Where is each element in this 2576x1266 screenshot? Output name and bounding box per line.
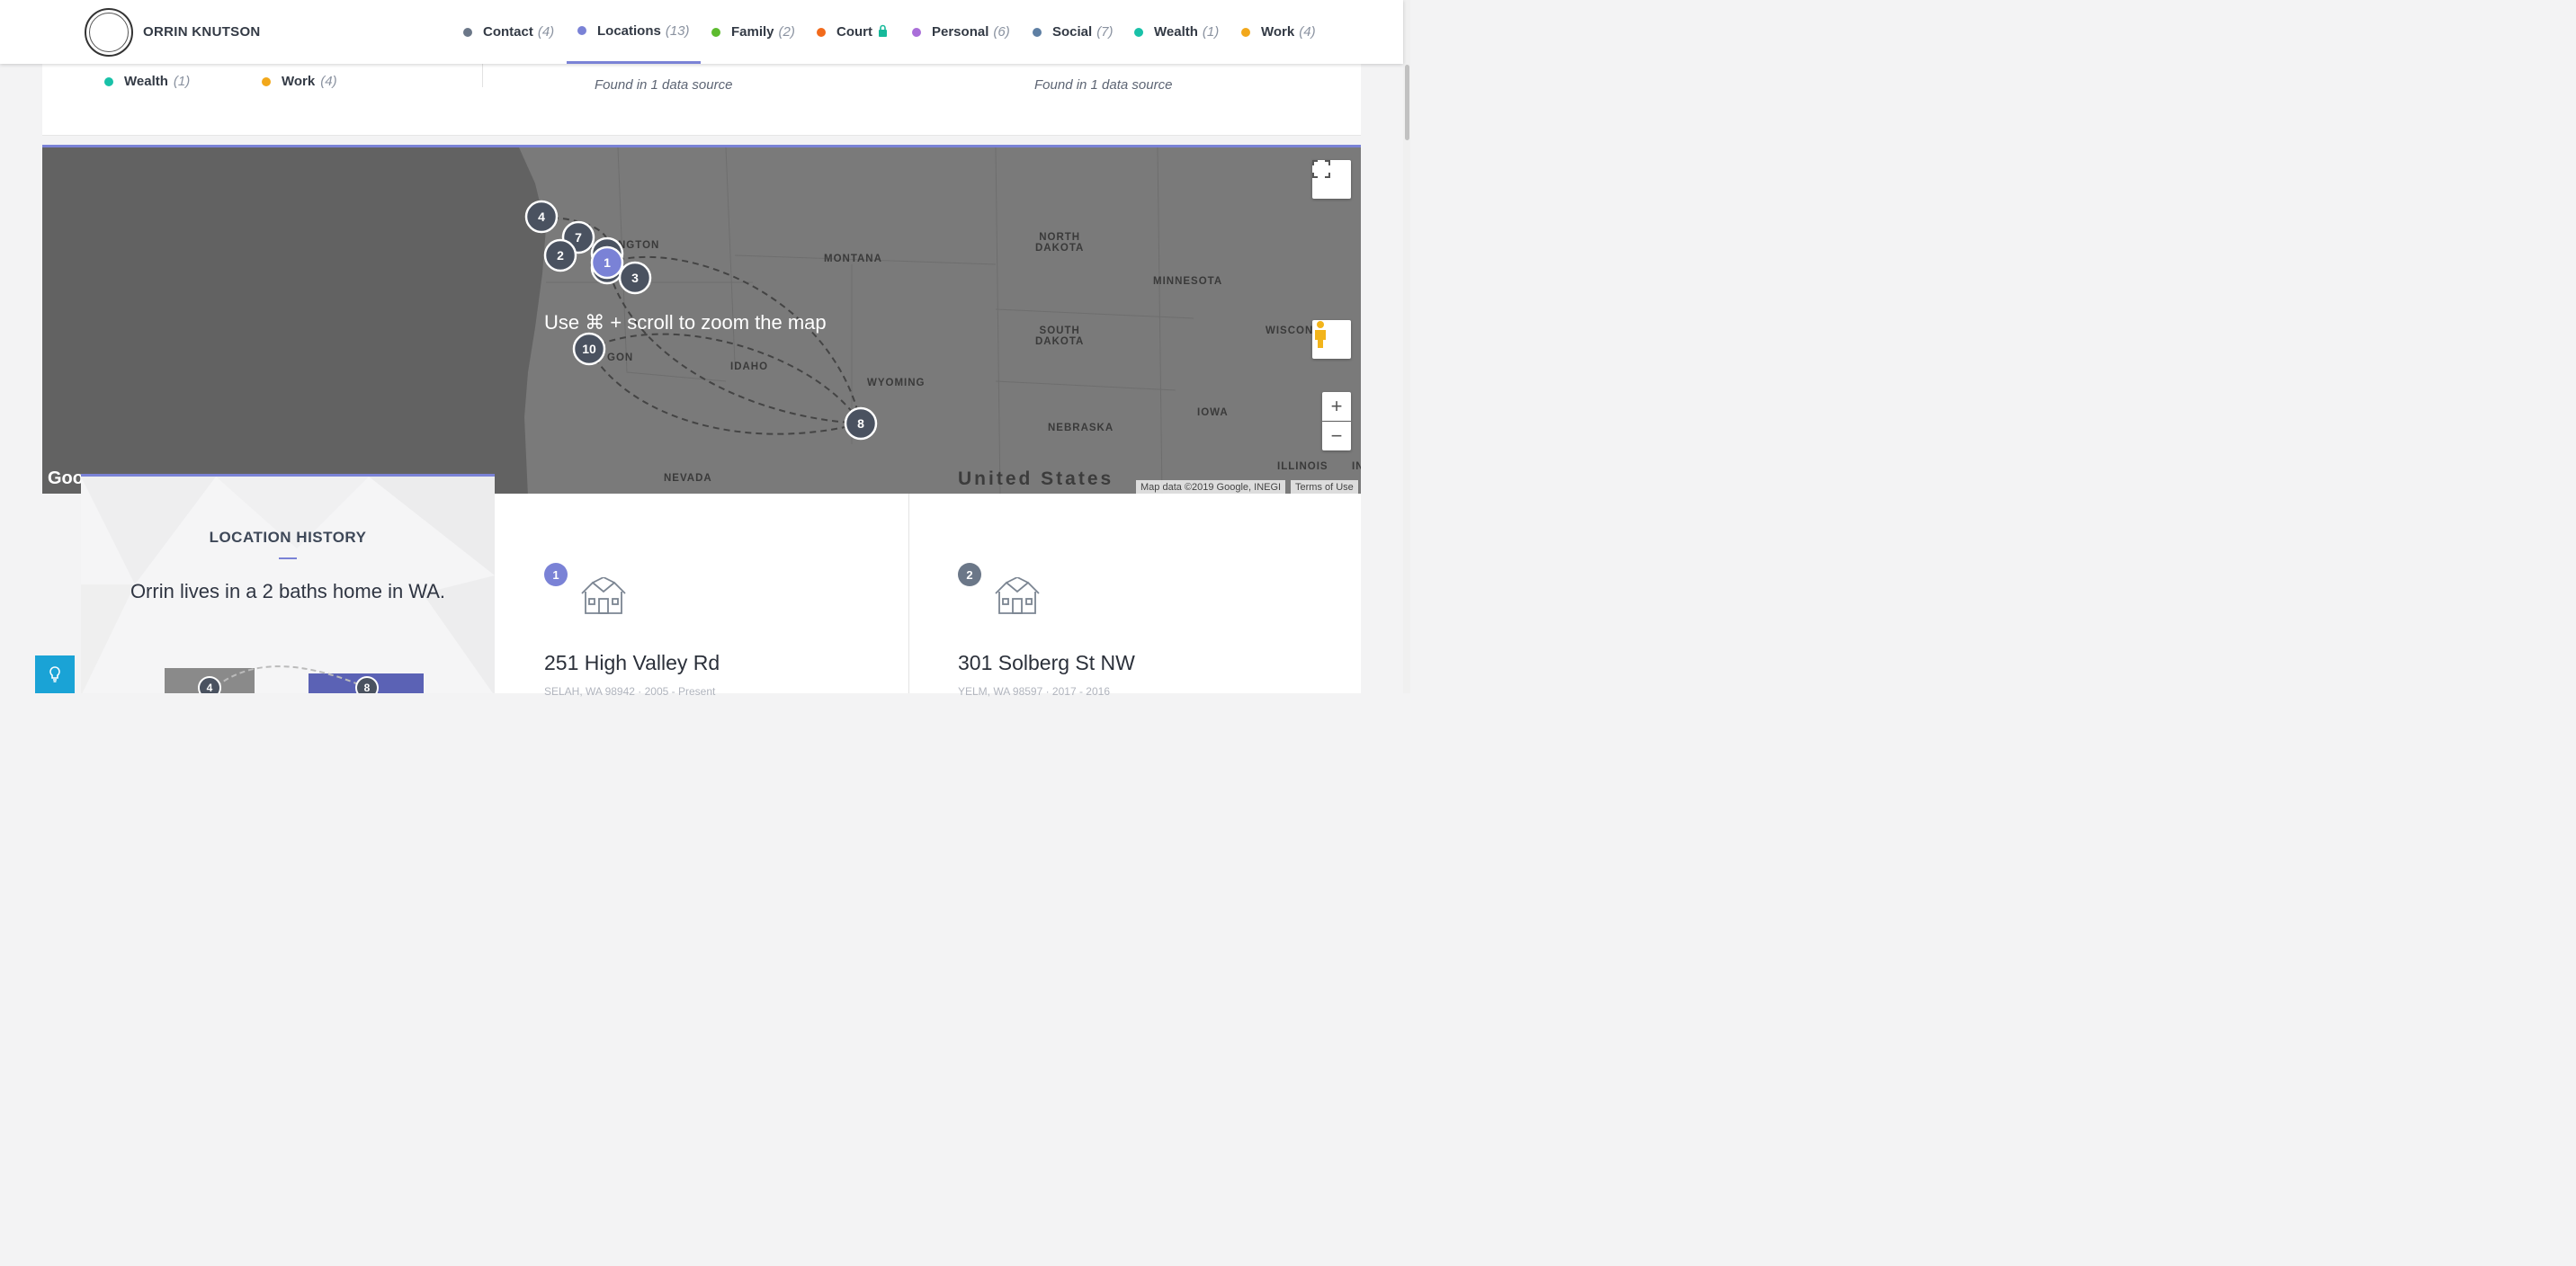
- location-history-card: LOCATION HISTORY Orrin lives in a 2 bath…: [81, 474, 495, 693]
- location-map[interactable]: NGTON MONTANA NORTH DAKOTA MINNESOTA SOU…: [42, 145, 1361, 494]
- house-icon: [581, 577, 626, 614]
- summary-card: [42, 64, 1361, 136]
- map-label: IOWA: [1197, 407, 1229, 418]
- location-divider: [908, 494, 909, 693]
- map-label: IDAHO: [730, 361, 769, 372]
- tab-social[interactable]: Social (7): [1033, 0, 1114, 64]
- history-mini-map: 4 8: [165, 665, 424, 693]
- profile-seal-logo: [85, 8, 133, 57]
- map-label: WISCON: [1266, 325, 1314, 336]
- zoom-in-button[interactable]: +: [1322, 392, 1351, 421]
- fullscreen-icon: [1312, 160, 1330, 178]
- zoom-hint: Use ⌘ + scroll to zoom the map: [544, 311, 827, 334]
- google-logo: Goo: [48, 468, 84, 488]
- tab-court[interactable]: Court: [817, 0, 888, 64]
- top-navigation-bar: ORRIN KNUTSON Contact (4) Locations (13)…: [0, 0, 1403, 64]
- wealth-dot-icon: [1134, 27, 1143, 37]
- map-label: MONTANA: [824, 254, 882, 264]
- scrollbar-thumb[interactable]: [1405, 65, 1409, 140]
- contact-dot-icon: [463, 27, 472, 37]
- map-label: GON: [607, 352, 634, 363]
- data-source-note: Found in 1 data source: [595, 77, 733, 93]
- work-dot-icon: [1241, 27, 1250, 37]
- map-attribution: Map data ©2019 Google, INEGI: [1136, 480, 1286, 494]
- lock-icon: [878, 24, 888, 40]
- lightbulb-icon: [49, 666, 60, 682]
- zoom-out-button[interactable]: −: [1322, 422, 1351, 450]
- tips-button[interactable]: [35, 655, 75, 693]
- work-dot-icon: [262, 76, 271, 86]
- map-label: NEVADA: [664, 473, 712, 484]
- data-source-note: Found in 1 data source: [1034, 77, 1173, 93]
- social-dot-icon: [1033, 27, 1042, 37]
- map-label: NEBRASKA: [1048, 423, 1114, 433]
- location-number-badge: 1: [544, 563, 568, 586]
- map-label: NGTON: [618, 240, 660, 251]
- location-subtitle: YELM, WA 98597 · 2017 - 2016: [958, 685, 1110, 698]
- personal-dot-icon: [912, 27, 921, 37]
- location-subtitle: SELAH, WA 98942 · 2005 - Present: [544, 685, 716, 698]
- location-number-badge: 2: [958, 563, 981, 586]
- title-underline: [279, 557, 297, 559]
- tab-contact[interactable]: Contact (4): [463, 0, 554, 64]
- tab-wealth[interactable]: Wealth (1): [1134, 0, 1219, 64]
- terms-of-use-link[interactable]: Terms of Use: [1291, 480, 1358, 494]
- house-icon: [995, 577, 1040, 614]
- svg-text:4: 4: [207, 682, 213, 693]
- svg-text:8: 8: [364, 682, 371, 693]
- tab-locations[interactable]: Locations (13): [567, 0, 701, 64]
- map-label: ILLINOIS: [1277, 461, 1328, 472]
- family-dot-icon: [711, 27, 720, 37]
- location-address[interactable]: 301 Solberg St NW: [958, 651, 1135, 675]
- map-label: IN: [1352, 461, 1361, 472]
- tab-family[interactable]: Family (2): [711, 0, 795, 64]
- location-history-title: LOCATION HISTORY: [209, 529, 367, 546]
- map-label: MINNESOTA: [1153, 276, 1223, 287]
- tab-personal[interactable]: Personal (6): [912, 0, 1010, 64]
- location-address[interactable]: 251 High Valley Rd: [544, 651, 720, 675]
- tab-work[interactable]: Work (4): [1241, 0, 1316, 64]
- court-dot-icon: [817, 27, 826, 37]
- wealth-dot-icon: [104, 76, 113, 86]
- locations-dot-icon: [577, 26, 586, 35]
- summary-wealth[interactable]: Wealth (1): [104, 74, 190, 89]
- location-history-summary: Orrin lives in a 2 baths home in WA.: [130, 580, 446, 602]
- summary-divider: [482, 64, 483, 87]
- map-label: SOUTH DAKOTA: [1035, 325, 1085, 347]
- fullscreen-button[interactable]: [1312, 160, 1351, 199]
- map-label: NORTH DAKOTA: [1035, 232, 1085, 254]
- map-label: WYOMING: [867, 378, 926, 388]
- street-view-pegman-button[interactable]: [1312, 320, 1351, 359]
- country-label: United States: [958, 468, 1114, 489]
- pegman-icon: [1315, 321, 1326, 348]
- person-name: ORRIN KNUTSON: [143, 24, 261, 40]
- summary-work[interactable]: Work (4): [262, 74, 337, 89]
